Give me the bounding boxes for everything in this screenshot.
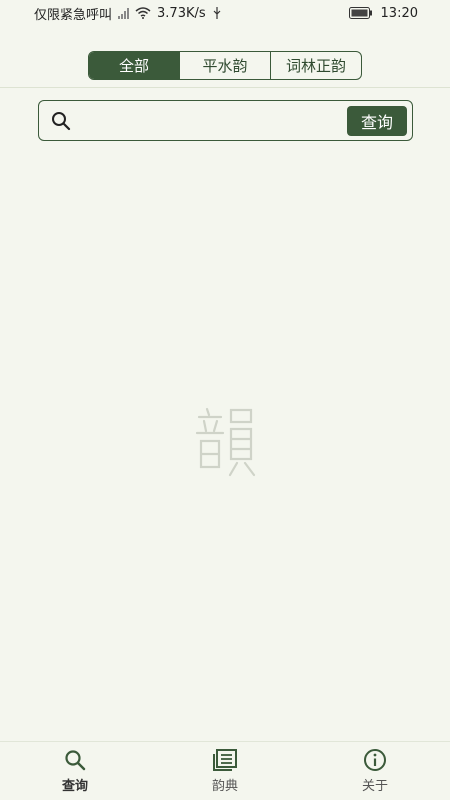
status-bar: 仅限紧急呼叫 3.73K/s 13:20 [0,0,450,26]
nav-query[interactable]: 查询 [0,742,150,800]
tab-cilinzhengyun[interactable]: 词林正韵 [270,52,361,79]
info-icon [362,748,388,772]
bottom-nav: 查询 韵典 关于 [0,741,450,800]
nav-dictionary-label: 韵典 [211,779,238,794]
rhyme-book-tabs: 全部 平水韵 词林正韵 [88,51,362,80]
nav-about[interactable]: 关于 [300,742,450,800]
carrier-text: 仅限紧急呼叫 [34,7,113,23]
book-icon [212,748,238,772]
nav-dictionary[interactable]: 韵典 [150,742,300,800]
search-icon [51,110,73,132]
search-input[interactable] [81,105,347,136]
nav-about-label: 关于 [361,779,388,794]
tab-pingshuiyun[interactable]: 平水韵 [179,52,270,79]
status-left: 仅限紧急呼叫 3.73K/s [34,4,222,23]
header-divider [0,87,450,88]
usb-icon [212,7,222,19]
status-right: 13:20 [348,5,418,21]
search-button[interactable]: 查询 [347,105,407,136]
nav-query-label: 查询 [61,779,88,794]
wifi-icon [135,7,151,19]
status-time: 13:20 [380,5,418,21]
yun-watermark-logo [195,405,257,477]
tab-all[interactable]: 全部 [89,52,179,79]
battery-icon [348,7,373,19]
search-icon [62,748,88,772]
search-box: 查询 [38,100,413,141]
no-signal-icon [118,7,130,19]
network-speed: 3.73K/s [157,5,206,21]
